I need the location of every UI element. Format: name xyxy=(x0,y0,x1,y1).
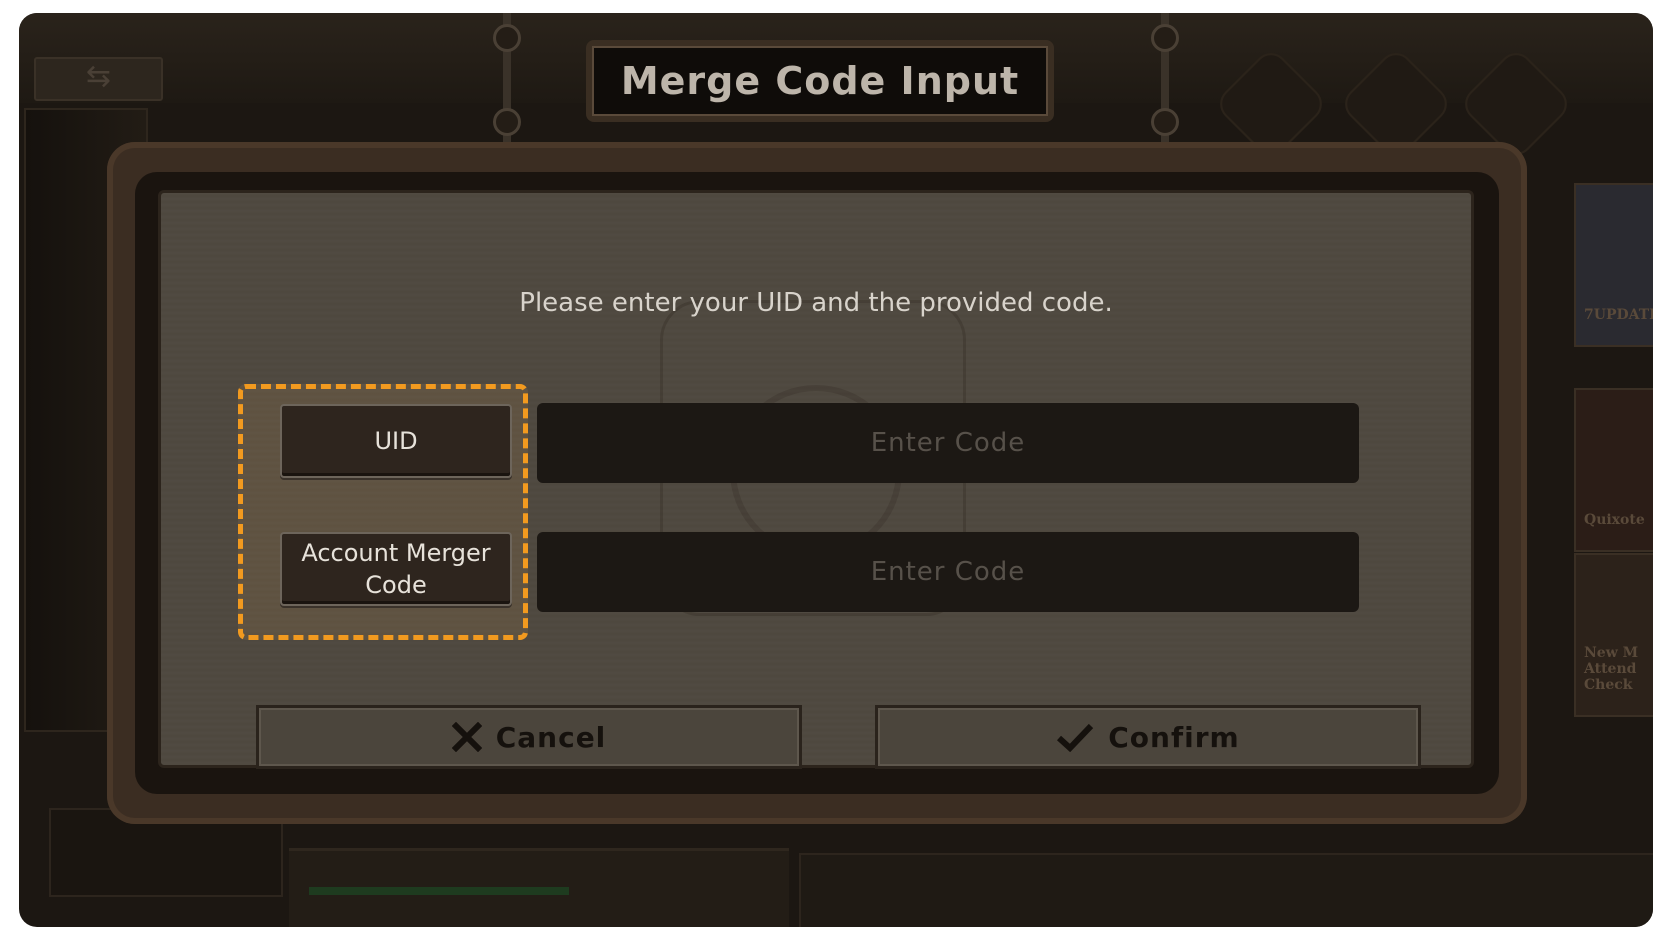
title-frame: Merge Code Input xyxy=(592,46,1048,116)
confirm-button[interactable]: Confirm xyxy=(875,705,1421,769)
bolt-icon xyxy=(1151,108,1179,136)
uid-field[interactable] xyxy=(537,402,1359,484)
account-merger-code-field[interactable] xyxy=(537,531,1359,613)
dialog-prompt: Please enter your UID and the provided c… xyxy=(519,288,1113,318)
bolt-icon xyxy=(493,24,521,52)
account-merger-code-input[interactable] xyxy=(537,531,1359,613)
bolt-icon xyxy=(1151,24,1179,52)
cancel-button[interactable]: Cancel xyxy=(256,705,802,769)
back-icon: ⇆ xyxy=(34,57,163,101)
background-banner: 7UPDATE xyxy=(1574,183,1653,347)
background-progress-bar xyxy=(309,887,569,895)
background-bottom-right-panel xyxy=(799,853,1653,927)
checkmark-icon xyxy=(1056,722,1094,752)
confirm-label: Confirm xyxy=(1108,720,1240,754)
title-plate: Merge Code Input xyxy=(586,40,1054,122)
background-banner: Quixote xyxy=(1574,388,1653,552)
background-banner: New M Attend Check xyxy=(1574,553,1653,717)
uid-input[interactable] xyxy=(537,402,1359,484)
dialog-title: Merge Code Input xyxy=(620,59,1020,103)
cancel-label: Cancel xyxy=(495,720,607,754)
close-icon xyxy=(451,722,482,752)
account-merger-code-label: Account Merger Code xyxy=(280,532,512,606)
bolt-icon xyxy=(493,108,521,136)
uid-label: UID xyxy=(280,404,512,478)
